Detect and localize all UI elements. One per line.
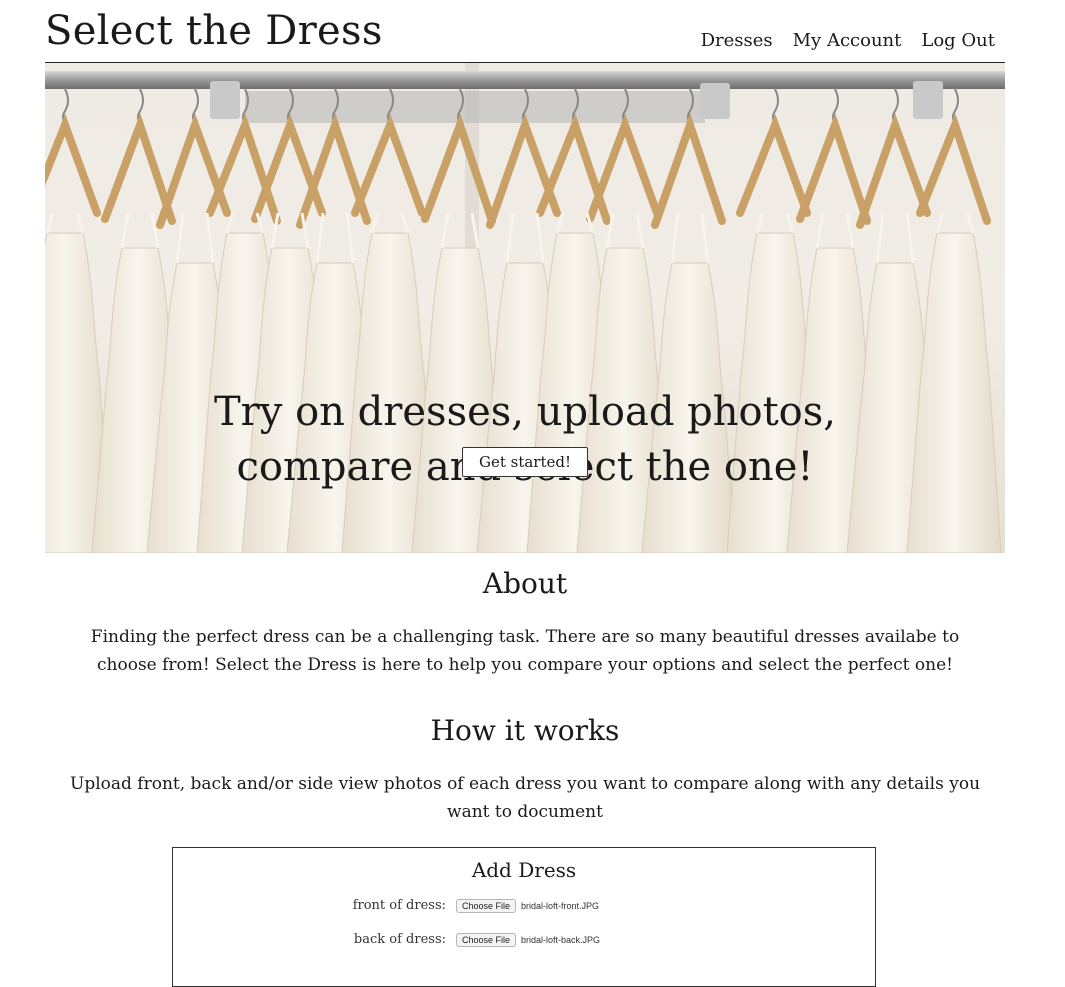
add-dress-form: Add Dress front of dress: Choose File br… <box>172 847 876 987</box>
back-photo-row: back of dress: Choose File bridal-loft-b… <box>173 932 875 947</box>
add-dress-heading: Add Dress <box>471 858 577 882</box>
how-it-works-text: Upload front, back and/or side view phot… <box>70 774 981 822</box>
hero-title: Try on dresses, upload photos, compare a… <box>45 385 1005 495</box>
back-photo-choose-file-button[interactable]: Choose File <box>456 932 517 947</box>
about-heading: About <box>482 567 568 600</box>
hero-title-line-1: Try on dresses, upload photos, <box>213 389 836 435</box>
nav-log-out-link[interactable]: Log Out <box>921 30 995 51</box>
site-title: Select the Dress <box>45 8 383 54</box>
back-photo-file-name: bridal-loft-back.JPG <box>521 934 601 945</box>
hero-banner: Try on dresses, upload photos, compare a… <box>45 63 1005 553</box>
front-photo-choose-file-button[interactable]: Choose File <box>456 898 517 913</box>
front-photo-file-name: bridal-loft-front.JPG <box>521 900 600 911</box>
how-it-works-heading: How it works <box>430 714 620 747</box>
top-nav: Dresses My Account Log Out <box>701 30 995 51</box>
back-photo-label: back of dress: <box>353 932 446 947</box>
get-started-button[interactable]: Get started! <box>462 447 588 477</box>
front-photo-row: front of dress: Choose File bridal-loft-… <box>173 898 875 913</box>
about-text: Finding the perfect dress can be a chall… <box>90 627 960 675</box>
nav-dresses-link[interactable]: Dresses <box>701 30 773 51</box>
nav-my-account-link[interactable]: My Account <box>793 30 902 51</box>
front-photo-label: front of dress: <box>352 898 446 913</box>
